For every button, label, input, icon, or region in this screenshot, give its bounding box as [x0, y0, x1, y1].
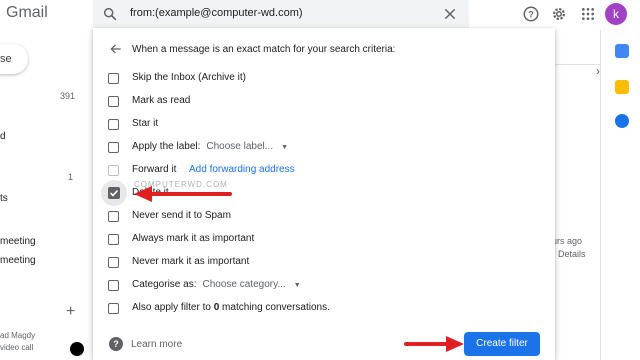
learn-more-link[interactable]: Learn more	[131, 339, 182, 350]
option-label: Also apply filter to	[132, 302, 214, 313]
sidebar-item-fragment[interactable]: ts	[0, 193, 8, 204]
checkbox[interactable]	[108, 210, 119, 222]
checkbox[interactable]	[108, 302, 119, 314]
checkbox[interactable]	[108, 164, 119, 176]
option-label: matching conversations.	[219, 302, 330, 313]
inbox-count: 391	[60, 91, 76, 101]
option-label-wrap: Categorise as: Choose category... ▼	[132, 279, 301, 290]
search-input[interactable]: from:(example@computer-wd.com)	[130, 7, 303, 19]
help-circle-icon[interactable]: ?	[109, 337, 123, 351]
option-label: Apply the label:	[132, 141, 201, 152]
annotation-arrow-delete	[134, 186, 232, 202]
keep-icon[interactable]	[615, 80, 629, 94]
checkbox-checked[interactable]	[108, 187, 120, 199]
option-label: Never mark it as important	[132, 256, 250, 267]
help-icon[interactable]: ?	[522, 5, 540, 23]
option-skip-inbox[interactable]: Skip the Inbox (Archive it)	[108, 69, 246, 87]
message-time: urs ago	[552, 236, 583, 246]
account-avatar[interactable]: k	[605, 3, 627, 25]
create-filter-button[interactable]: Create filter	[464, 332, 540, 356]
search-icon[interactable]	[102, 6, 118, 22]
checkbox[interactable]	[108, 72, 119, 84]
close-icon[interactable]	[442, 6, 458, 22]
option-categorise[interactable]: Categorise as: Choose category... ▼	[108, 276, 301, 294]
calendar-icon[interactable]	[615, 44, 629, 58]
check-icon	[109, 189, 119, 197]
option-apply-label[interactable]: Apply the label: Choose label... ▼	[108, 138, 288, 156]
apps-grid-icon[interactable]	[580, 6, 596, 22]
option-mark-read[interactable]: Mark as read	[108, 92, 190, 110]
option-label-wrap: Apply the label: Choose label... ▼	[132, 141, 288, 152]
back-arrow-icon[interactable]	[109, 42, 123, 56]
option-star[interactable]: Star it	[108, 115, 158, 133]
checkbox[interactable]	[108, 256, 119, 268]
add-forwarding-link[interactable]: Add forwarding address	[189, 164, 295, 175]
checkbox[interactable]	[108, 279, 119, 291]
meet-item[interactable]: meeting	[0, 255, 36, 266]
option-forward[interactable]: Forward it	[108, 161, 176, 179]
option-never-spam[interactable]: Never send it to Spam	[108, 207, 231, 225]
option-label: Forward it	[132, 164, 177, 175]
meet-item[interactable]: meeting	[0, 236, 36, 247]
checkbox[interactable]	[108, 233, 119, 245]
details-link[interactable]: Details	[558, 249, 586, 259]
label-dropdown[interactable]: Choose label...	[206, 141, 273, 152]
category-dropdown[interactable]: Choose category...	[202, 279, 285, 290]
compose-button[interactable]: se	[0, 44, 28, 74]
contact-avatar[interactable]	[70, 342, 84, 356]
caret-down-icon[interactable]: ▼	[294, 282, 301, 289]
svg-text:?: ?	[528, 9, 534, 19]
option-always-important[interactable]: Always mark it as important	[108, 230, 254, 248]
caret-down-icon[interactable]: ▼	[281, 144, 288, 151]
side-panel-divider	[600, 30, 601, 360]
contact-name[interactable]: ad Magdy	[0, 331, 35, 340]
tasks-icon[interactable]	[615, 114, 629, 128]
checkbox[interactable]	[108, 118, 119, 130]
option-label-wrap: Also apply filter to 0 matching conversa…	[132, 302, 330, 313]
option-label: Mark as read	[132, 95, 191, 106]
divider	[550, 64, 600, 65]
sidebar-count: 1	[68, 172, 74, 182]
checkbox[interactable]	[108, 141, 119, 153]
app-title[interactable]: Gmail	[6, 4, 48, 22]
option-label: Categorise as:	[132, 279, 197, 290]
checkbox[interactable]	[108, 95, 119, 107]
gear-icon[interactable]	[550, 5, 568, 23]
option-label: Skip the Inbox (Archive it)	[132, 72, 246, 83]
filter-heading: When a message is an exact match for you…	[132, 44, 396, 55]
add-icon[interactable]: +	[66, 303, 75, 321]
option-apply-existing[interactable]: Also apply filter to 0 matching conversa…	[108, 299, 330, 317]
option-label: Always mark it as important	[132, 233, 255, 244]
option-label: Never send it to Spam	[132, 210, 231, 221]
annotation-arrow-create	[404, 336, 464, 352]
contact-status: video call	[0, 343, 34, 352]
sidebar-item-fragment[interactable]: d	[0, 131, 6, 142]
option-label: Star it	[132, 118, 159, 129]
option-never-important[interactable]: Never mark it as important	[108, 253, 249, 271]
